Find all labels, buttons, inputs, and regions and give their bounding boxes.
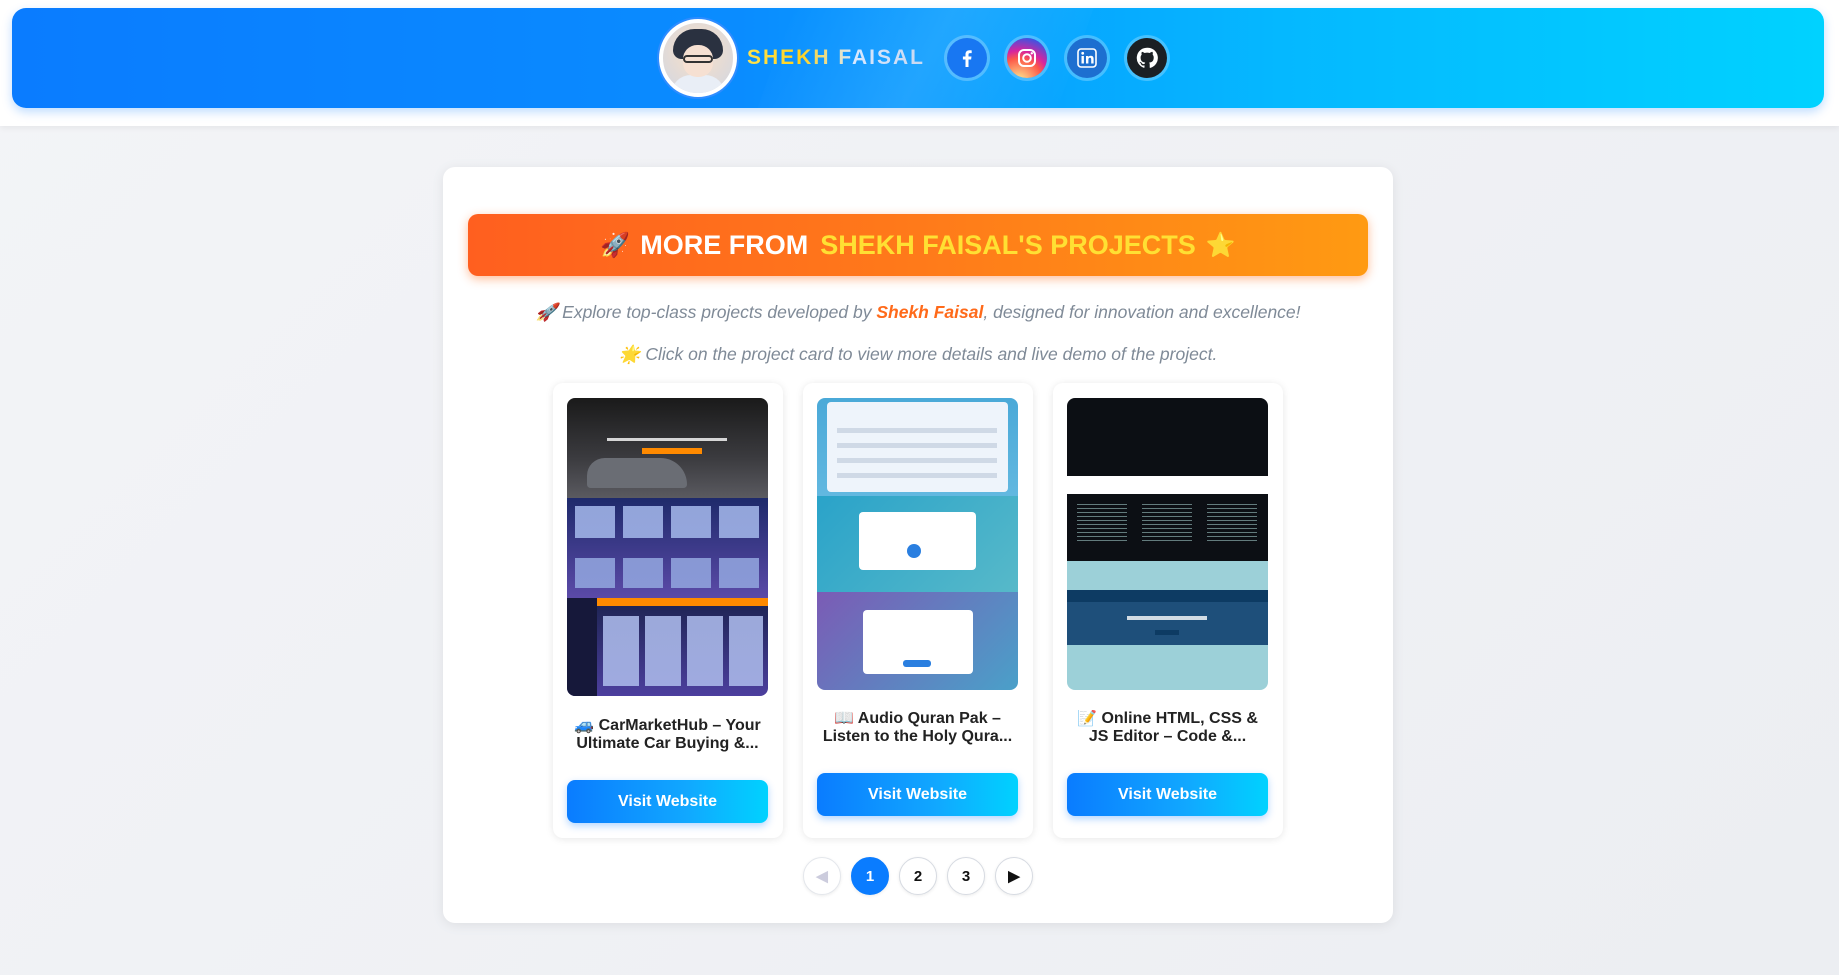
instagram-icon (1018, 49, 1036, 67)
linkedin-link[interactable] (1067, 38, 1107, 78)
author-name: Shekh Faisal (876, 302, 984, 322)
linkedin-icon (1077, 48, 1097, 68)
avatar (658, 19, 737, 97)
project-title: 📝 Online HTML, CSS & JS Editor – Code &.… (1077, 710, 1258, 745)
visit-website-button[interactable]: Visit Website (567, 780, 768, 823)
project-card-audio-quran[interactable]: 📖 Audio Quran Pak – Listen to the Holy Q… (803, 383, 1033, 838)
project-title: 📖 Audio Quran Pak – Listen to the Holy Q… (822, 710, 1013, 745)
project-title: 🚙 CarMarketHub – Your Ultimate Car Buyin… (574, 717, 761, 752)
brand-name: SHEKH FAISAL (746, 46, 925, 69)
project-thumbnail (1067, 398, 1268, 690)
intro-instructions: Click on the project card to view more d… (645, 344, 1218, 364)
facebook-link[interactable] (947, 38, 987, 78)
next-page-button[interactable]: ▶ (995, 857, 1033, 895)
intro-text-before: Explore top-class projects developed by (562, 302, 872, 322)
rocket-icon: 🚀 (600, 231, 631, 259)
star-icon: ⭐ (1205, 231, 1236, 259)
visit-website-button[interactable]: Visit Website (817, 773, 1018, 816)
sparkle-icon: 🌟 (618, 344, 641, 364)
banner-highlight: SHEKH FAISAL'S PROJECTS (820, 229, 1196, 260)
github-icon (1136, 47, 1158, 68)
intro-line-1: 🚀 Explore top-class projects developed b… (443, 302, 1393, 323)
project-card-online-editor[interactable]: 📝 Online HTML, CSS & JS Editor – Code &.… (1053, 383, 1283, 838)
facebook-icon (962, 50, 972, 67)
page-1-button[interactable]: 1 (851, 857, 889, 895)
page-3-button[interactable]: 3 (947, 857, 985, 895)
github-link[interactable] (1127, 38, 1167, 78)
visit-website-button[interactable]: Visit Website (1067, 773, 1268, 816)
instagram-link[interactable] (1007, 38, 1047, 78)
project-thumbnail (567, 398, 768, 696)
prev-page-button[interactable]: ◀ (803, 857, 841, 895)
page-2-button[interactable]: 2 (899, 857, 937, 895)
rocket-icon: 🚀 (535, 302, 558, 322)
project-card-carmarkethub[interactable]: 🚙 CarMarketHub – Your Ultimate Car Buyin… (553, 383, 783, 838)
section-banner: 🚀 MORE FROM SHEKH FAISAL'S PROJECTS ⭐ (468, 214, 1368, 276)
pagination: ◀ 1 2 3 ▶ (443, 857, 1393, 895)
intro-line-2: 🌟 Click on the project card to view more… (443, 344, 1393, 365)
header: SHEKH FAISAL (12, 8, 1824, 108)
banner-prefix: MORE FROM (640, 229, 809, 260)
intro-text-after: , designed for innovation and excellence… (983, 302, 1301, 322)
projects-panel: 🚀 MORE FROM SHEKH FAISAL'S PROJECTS ⭐ 🚀 … (443, 167, 1393, 923)
project-thumbnail (817, 398, 1018, 690)
